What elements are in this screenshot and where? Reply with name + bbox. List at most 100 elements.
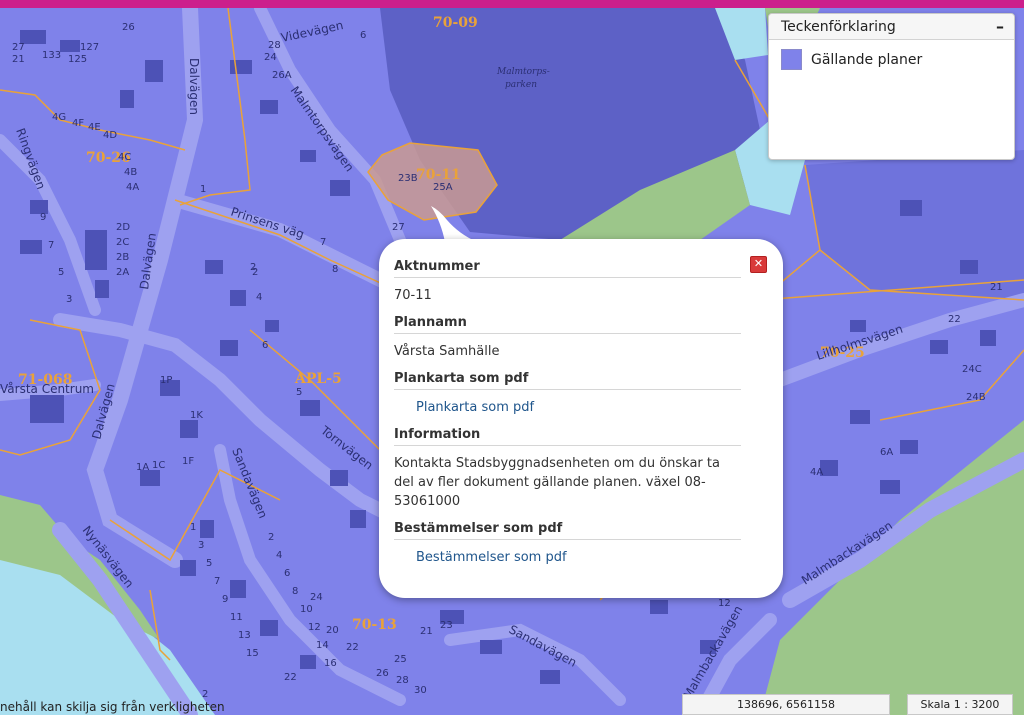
plannamn-value: Vårsta Samhälle [394, 344, 500, 359]
address-label: 2 [268, 532, 274, 543]
address-label: 24C [962, 364, 982, 375]
address-label: 13 [238, 630, 251, 641]
address-label: 30 [414, 685, 427, 696]
address-label: 2D [116, 222, 130, 233]
address-label: 127 [80, 42, 99, 53]
address-label: 4D [103, 130, 117, 141]
address-label: 11 [230, 612, 243, 623]
address-label: 20 [326, 625, 339, 636]
plan-info-popup: ✕ Aktnummer 70-11 Plannamn Vårsta Samhäl… [379, 200, 784, 598]
legend-item-label: Gällande planer [811, 51, 923, 68]
address-label: 4 [276, 550, 282, 561]
address-label: 6A [880, 447, 893, 458]
address-label: 8 [332, 264, 338, 275]
address-label: 22 [948, 314, 961, 325]
legend-header: Teckenförklaring – [769, 14, 1014, 40]
plan-label-apl-5: APL-5 [294, 371, 342, 387]
plan-label-70-11: 70-11 [416, 167, 461, 183]
place-label: Vårsta Centrum [0, 382, 94, 396]
place-label: parken [505, 80, 537, 90]
address-label: 2A [116, 267, 129, 278]
plan-label-70-09: 70-09 [433, 15, 478, 31]
address-label: 9 [222, 594, 228, 605]
address-label: 4A [126, 182, 139, 193]
coordinate-readout: 138696, 6561158 [682, 694, 890, 715]
address-label: 24 [310, 592, 323, 603]
legend-title: Teckenförklaring [781, 18, 896, 35]
address-label: 8 [292, 586, 298, 597]
legend-panel: Teckenförklaring – Gällande planer [768, 13, 1015, 160]
address-label: 4C [118, 152, 131, 163]
address-label: 2 [250, 262, 256, 273]
address-label: 4B [124, 167, 137, 178]
address-label: 10 [300, 604, 313, 615]
address-label: 15 [246, 648, 259, 659]
address-label: 5 [296, 387, 302, 398]
address-label: 4E [88, 122, 101, 133]
address-label: 1 [190, 522, 196, 533]
address-label: 21 [12, 54, 25, 65]
scale-display[interactable]: Skala 1 : 3200 [907, 694, 1013, 715]
place-label: Malmtorps- [496, 67, 550, 77]
address-label: 25A [433, 182, 453, 193]
aktnummer-heading: Aktnummer [394, 259, 741, 278]
address-label: 12 [718, 598, 731, 609]
plannamn-heading: Plannamn [394, 315, 741, 334]
legend-swatch [781, 49, 802, 70]
address-label: 1A [136, 462, 149, 473]
disclaimer-text: nehåll kan skilja sig från verkligheten [0, 700, 225, 714]
top-accent-bar [0, 0, 1024, 8]
address-label: 4F [72, 118, 84, 129]
address-label: 1 [200, 184, 206, 195]
address-label: 1P [160, 375, 172, 386]
address-label: 27 [12, 42, 25, 53]
aktnummer-value: 70-11 [394, 288, 432, 303]
address-label: 3 [66, 294, 72, 305]
address-label: 26 [122, 22, 135, 33]
address-label: 22 [284, 672, 297, 683]
address-label: 6 [262, 340, 268, 351]
address-label: 5 [58, 267, 64, 278]
address-label: 2B [116, 252, 129, 263]
address-label: 21 [990, 282, 1003, 293]
address-label: 2 [202, 689, 208, 700]
address-label: 7 [48, 240, 54, 251]
legend-minimize-button[interactable]: – [996, 18, 1004, 35]
address-label: 23 [440, 620, 453, 631]
information-heading: Information [394, 427, 741, 446]
address-label: 1K [190, 410, 203, 421]
address-label: 1C [152, 460, 165, 471]
address-label: 24B [966, 392, 986, 403]
address-label: 1F [182, 456, 194, 467]
address-label: 26A [272, 70, 292, 81]
address-label: 12 [308, 622, 321, 633]
address-label: 24 [264, 52, 277, 63]
address-label: 4 [256, 292, 262, 303]
plan-label-70-13: 70-13 [352, 617, 397, 633]
address-label: 7 [214, 576, 220, 587]
information-text: Kontakta Stadsbyggnadsenheten om du önsk… [394, 456, 720, 509]
address-label: 25 [394, 654, 407, 665]
address-label: 23B [398, 173, 418, 184]
plankarta-heading: Plankarta som pdf [394, 371, 741, 390]
close-icon[interactable]: ✕ [750, 256, 767, 273]
address-label: 7 [320, 237, 326, 248]
address-label: 26 [376, 668, 389, 679]
legend-item: Gällande planer [769, 40, 1014, 79]
address-label: 2C [116, 237, 129, 248]
address-label: 6 [284, 568, 290, 579]
bestammelser-heading: Bestämmelser som pdf [394, 521, 741, 540]
address-label: 4G [52, 112, 66, 123]
address-label: 6 [360, 30, 366, 41]
address-label: 22 [346, 642, 359, 653]
plankarta-pdf-link[interactable]: Plankarta som pdf [394, 400, 741, 415]
address-label: 125 [68, 54, 87, 65]
address-label: 21 [420, 626, 433, 637]
address-label: 14 [316, 640, 329, 651]
address-label: 4A [810, 467, 823, 478]
address-label: 3 [198, 540, 204, 551]
street-label: Dalvägen [187, 58, 201, 115]
address-label: 5 [206, 558, 212, 569]
address-label: 16 [324, 658, 337, 669]
bestammelser-pdf-link[interactable]: Bestämmelser som pdf [394, 550, 741, 565]
